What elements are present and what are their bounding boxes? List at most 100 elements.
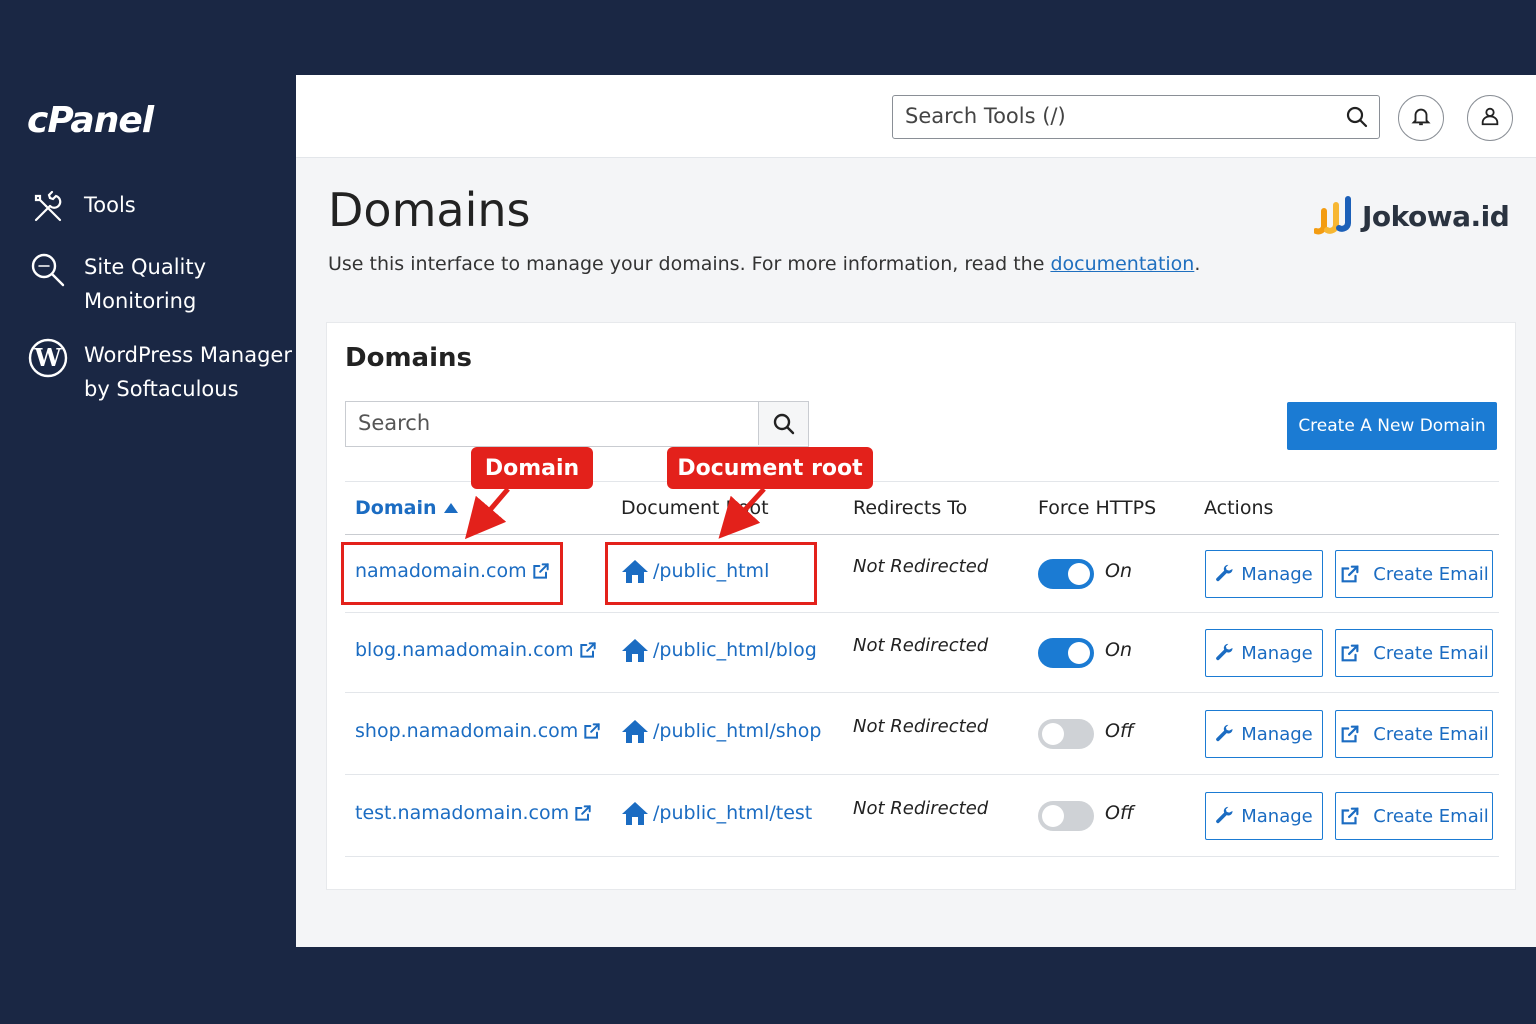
header-document-root[interactable]: Document Root (621, 497, 769, 519)
create-email-label: Create Email (1373, 642, 1489, 664)
manage-label: Manage (1241, 723, 1313, 745)
domain-highlight-box (341, 542, 563, 605)
search-tools (892, 95, 1380, 139)
manage-label: Manage (1241, 642, 1313, 664)
redirect-status: Not Redirected (853, 716, 989, 737)
brand-name: Jokowa.id (1362, 199, 1510, 233)
manage-button[interactable]: Manage (1205, 710, 1323, 758)
external-link-icon (575, 805, 591, 821)
page-description: Use this interface to manage your domain… (328, 253, 1200, 275)
redirect-status: Not Redirected (853, 556, 989, 577)
create-email-button[interactable]: Create Email (1335, 550, 1493, 598)
description-suffix: . (1194, 253, 1201, 275)
force-https-state: Off (1105, 720, 1134, 742)
external-edit-icon (1341, 644, 1359, 662)
cpanel-logo[interactable]: cPanel (27, 100, 154, 141)
create-domain-button[interactable]: Create A New Domain (1287, 402, 1497, 450)
tools-icon (28, 188, 68, 228)
jokowa-logo-mark (1314, 196, 1351, 235)
external-edit-icon (1341, 725, 1359, 743)
sidebar-item-tools[interactable]: Tools (28, 188, 294, 228)
document-root-link[interactable]: /public_html/shop (621, 718, 821, 744)
document-root-text: /public_html/test (653, 802, 813, 824)
create-email-button[interactable]: Create Email (1335, 629, 1493, 677)
document-root-callout: Document root (667, 447, 873, 489)
header-domain[interactable]: Domain (355, 497, 459, 519)
wrench-icon (1216, 643, 1233, 661)
search-icon[interactable] (1345, 105, 1369, 133)
user-menu-button[interactable] (1467, 95, 1513, 141)
table-header: Domain Document Root Redirects To Force … (345, 481, 1499, 535)
sidebar-item-wordpress[interactable]: W WordPress Manager by Softaculous (28, 338, 294, 406)
header-domain-label: Domain (355, 497, 437, 519)
page-title: Domains (328, 183, 531, 237)
force-https-toggle[interactable] (1038, 801, 1094, 831)
top-bar (296, 75, 1536, 158)
manage-button[interactable]: Manage (1205, 792, 1323, 840)
domains-card: Domains Create A New Domain Domain Docum… (326, 322, 1516, 890)
toggle-knob (1042, 723, 1064, 745)
search-icon (773, 413, 794, 434)
notifications-button[interactable] (1398, 95, 1444, 141)
document-root-link[interactable]: /public_html/blog (621, 637, 817, 663)
wrench-icon (1216, 724, 1233, 742)
home-icon (622, 802, 648, 825)
force-https-state: On (1105, 560, 1132, 582)
documentation-link[interactable]: documentation (1050, 253, 1194, 275)
sidebar-item-label: Site Quality Monitoring (84, 255, 207, 313)
external-edit-icon (1341, 565, 1359, 583)
table-row: test.namadomain.com/public_html/test Not … (345, 775, 1499, 857)
create-email-label: Create Email (1373, 563, 1489, 585)
create-email-label: Create Email (1373, 805, 1489, 827)
redirect-status: Not Redirected (853, 798, 989, 819)
search-button[interactable] (758, 402, 808, 445)
domain-callout: Domain (471, 447, 593, 489)
domain-link[interactable]: blog.namadomain.com (355, 639, 598, 661)
manage-label: Manage (1241, 563, 1313, 585)
force-https-toggle[interactable] (1038, 719, 1094, 749)
manage-label: Manage (1241, 805, 1313, 827)
force-https-state: Off (1105, 802, 1134, 824)
svg-text:W: W (34, 343, 63, 372)
document-root-highlight-box (605, 542, 817, 605)
card-title: Domains (345, 343, 472, 373)
external-link-icon (584, 723, 600, 739)
brand-logo: Jokowa.id (1314, 193, 1510, 239)
toggle-knob (1068, 563, 1090, 585)
domain-link[interactable]: shop.namadomain.com (355, 720, 602, 742)
domain-link[interactable]: test.namadomain.com (355, 802, 593, 824)
header-redirects[interactable]: Redirects To (853, 497, 967, 519)
user-icon (1479, 105, 1501, 131)
sort-ascending-icon (444, 503, 459, 513)
home-icon (622, 639, 648, 662)
home-icon (622, 720, 648, 743)
document-root-link[interactable]: /public_html/test (621, 800, 812, 826)
force-https-toggle[interactable] (1038, 638, 1094, 668)
redirect-status: Not Redirected (853, 635, 989, 656)
header-force-https[interactable]: Force HTTPS (1038, 497, 1156, 519)
external-link-icon (580, 642, 596, 658)
document-root-text: /public_html/blog (653, 639, 817, 661)
domain-text: shop.namadomain.com (355, 720, 579, 742)
description-text: Use this interface to manage your domain… (328, 253, 1051, 275)
domain-text: blog.namadomain.com (355, 639, 574, 661)
external-edit-icon (1341, 807, 1359, 825)
manage-button[interactable]: Manage (1205, 629, 1323, 677)
create-email-label: Create Email (1373, 723, 1489, 745)
manage-button[interactable]: Manage (1205, 550, 1323, 598)
document-root-text: /public_html/shop (653, 720, 822, 742)
toggle-knob (1068, 642, 1090, 664)
search-tools-input[interactable] (893, 96, 1323, 136)
force-https-toggle[interactable] (1038, 559, 1094, 589)
create-email-button[interactable]: Create Email (1335, 792, 1493, 840)
sidebar-item-site-quality[interactable]: Site Quality Monitoring (28, 250, 294, 318)
sidebar-item-label: WordPress Manager by Softaculous (84, 343, 292, 401)
wrench-icon (1216, 806, 1233, 824)
main-content: Domains Use this interface to manage you… (296, 75, 1536, 947)
toggle-knob (1042, 805, 1064, 827)
create-email-button[interactable]: Create Email (1335, 710, 1493, 758)
domain-search-input[interactable] (346, 402, 756, 444)
table-row: shop.namadomain.com/public_html/shop Not … (345, 693, 1499, 775)
sidebar-item-label: Tools (84, 193, 136, 217)
force-https-state: On (1105, 639, 1132, 661)
